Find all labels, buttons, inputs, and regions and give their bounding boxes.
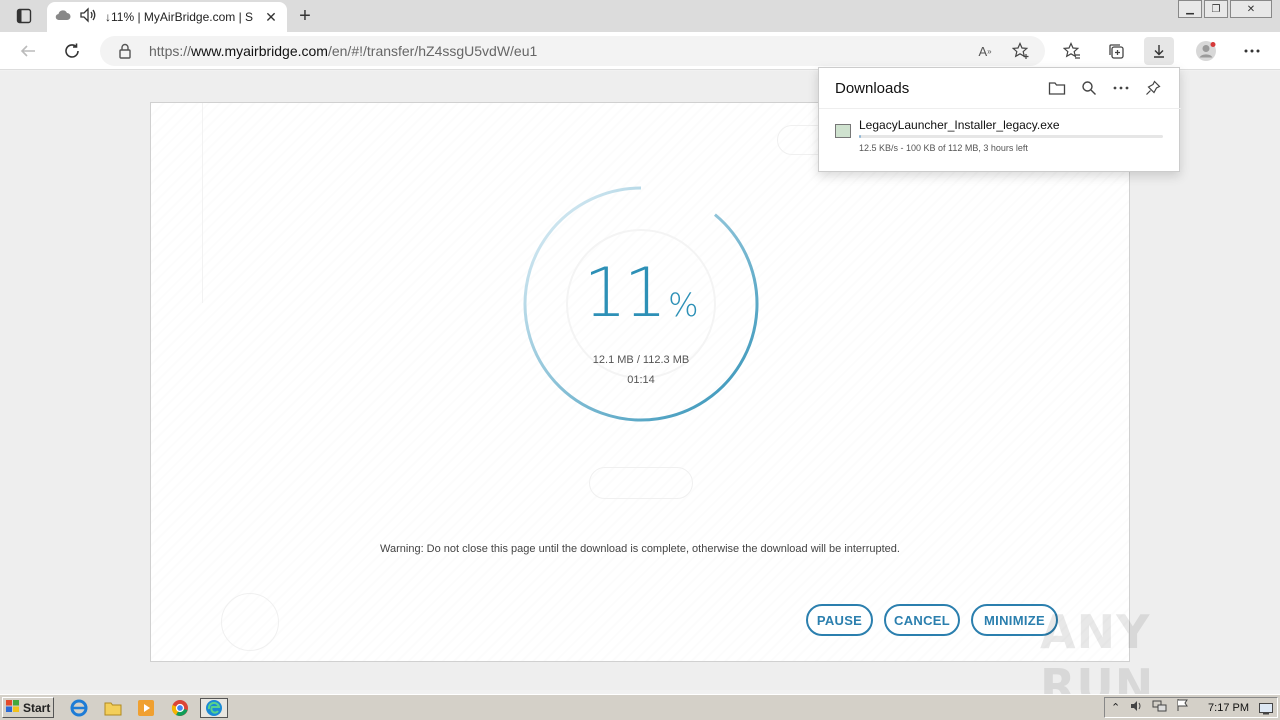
windows-logo-icon	[6, 699, 20, 716]
reload-icon[interactable]	[58, 37, 86, 65]
window-controls: ▁ ❐ ✕	[1176, 0, 1272, 18]
url-prefix: https://	[149, 43, 192, 59]
speaker-icon[interactable]	[1130, 699, 1144, 717]
folder-icon[interactable]	[1046, 78, 1068, 98]
close-tab-icon[interactable]: ✕	[263, 9, 279, 25]
edge-icon[interactable]	[200, 698, 228, 718]
url-text[interactable]: https://www.myairbridge.com/en/#!/transf…	[149, 43, 537, 59]
flag-icon[interactable]	[1176, 698, 1190, 717]
tab-title: ↓11% | MyAirBridge.com | S	[105, 10, 254, 24]
background-mini-progress	[221, 593, 279, 651]
download-progress-bar	[859, 135, 1163, 138]
exe-file-icon	[835, 124, 851, 138]
pause-button[interactable]: PAUSE	[806, 604, 873, 636]
cloud-icon	[55, 8, 71, 26]
chevron-up-icon[interactable]: ⌃	[1111, 701, 1120, 714]
avatar-icon[interactable]	[1191, 37, 1221, 65]
clock: 7:17 PM	[1208, 702, 1249, 714]
browser-tab[interactable]: ↓11% | MyAirBridge.com | S ✕	[47, 2, 287, 32]
taskbar: Start ⌃ 7:17 PM	[0, 694, 1280, 720]
url-path: /en/#!/transfer/hZ4ssgU5vdW/eu1	[327, 43, 538, 59]
cancel-button[interactable]: CANCEL	[884, 604, 960, 636]
system-tray: ⌃ 7:17 PM	[1104, 697, 1278, 718]
download-status: 12.5 KB/s - 100 KB of 112 MB, 3 hours le…	[859, 143, 1028, 153]
percent-symbol: %	[668, 286, 699, 324]
background-download-pill	[589, 467, 693, 499]
tab-actions-icon[interactable]	[8, 4, 40, 28]
minimize-window-button[interactable]: ▁	[1178, 0, 1202, 18]
download-icon[interactable]	[1144, 37, 1174, 65]
network-icon[interactable]	[1152, 699, 1168, 717]
download-progress-fill	[859, 135, 861, 138]
start-button[interactable]: Start	[2, 697, 54, 718]
more-options-icon[interactable]	[1110, 78, 1132, 98]
download-file-name[interactable]: LegacyLauncher_Installer_legacy.exe	[859, 118, 1060, 132]
address-bar[interactable]: https://www.myairbridge.com/en/#!/transf…	[100, 36, 1045, 66]
downloads-title: Downloads	[835, 80, 910, 97]
restore-window-button[interactable]: ❐	[1204, 0, 1228, 18]
folder-icon[interactable]	[102, 698, 124, 718]
more-icon[interactable]	[1237, 37, 1267, 65]
speaker-icon[interactable]	[79, 6, 97, 28]
star-plus-icon[interactable]	[1010, 41, 1032, 61]
new-tab-button[interactable]: +	[292, 4, 318, 28]
downloads-divider	[819, 108, 1181, 109]
lock-icon[interactable]	[118, 43, 132, 64]
tab-strip: ↓11% | MyAirBridge.com | S ✕ + ▁ ❐ ✕	[0, 0, 1280, 32]
arrow-left-icon[interactable]	[14, 37, 42, 65]
transfer-sizes: 12.1 MB / 112.3 MB	[592, 354, 690, 366]
favorites-icon[interactable]	[1057, 37, 1087, 65]
chrome-icon[interactable]	[169, 698, 191, 718]
show-desktop-icon[interactable]	[1259, 702, 1273, 720]
media-player-icon[interactable]	[135, 698, 157, 718]
collections-icon[interactable]	[1101, 37, 1131, 65]
ie-icon[interactable]	[68, 698, 90, 718]
progress-ring: 11% 12.1 MB / 112.3 MB 01:14	[521, 184, 761, 424]
pin-icon[interactable]	[1142, 78, 1164, 98]
elapsed-time: 01:14	[627, 374, 655, 386]
percent-number: 11	[583, 254, 668, 333]
transfer-card: 11% 12.1 MB / 112.3 MB 01:14 Warning: Do…	[150, 102, 1130, 662]
close-window-button[interactable]: ✕	[1230, 0, 1272, 18]
read-aloud-icon[interactable]: A»	[974, 41, 996, 61]
address-bar-row: https://www.myairbridge.com/en/#!/transf…	[0, 32, 1280, 70]
search-icon[interactable]	[1078, 78, 1100, 98]
start-label: Start	[23, 700, 51, 715]
progress-percent: 11%	[521, 254, 761, 333]
url-domain: www.myairbridge.com	[191, 43, 328, 59]
background-sidebar	[151, 103, 203, 303]
downloads-panel: Downloads LegacyLauncher_Installer_legac…	[818, 67, 1181, 172]
warning-text: Warning: Do not close this page until th…	[380, 543, 900, 555]
